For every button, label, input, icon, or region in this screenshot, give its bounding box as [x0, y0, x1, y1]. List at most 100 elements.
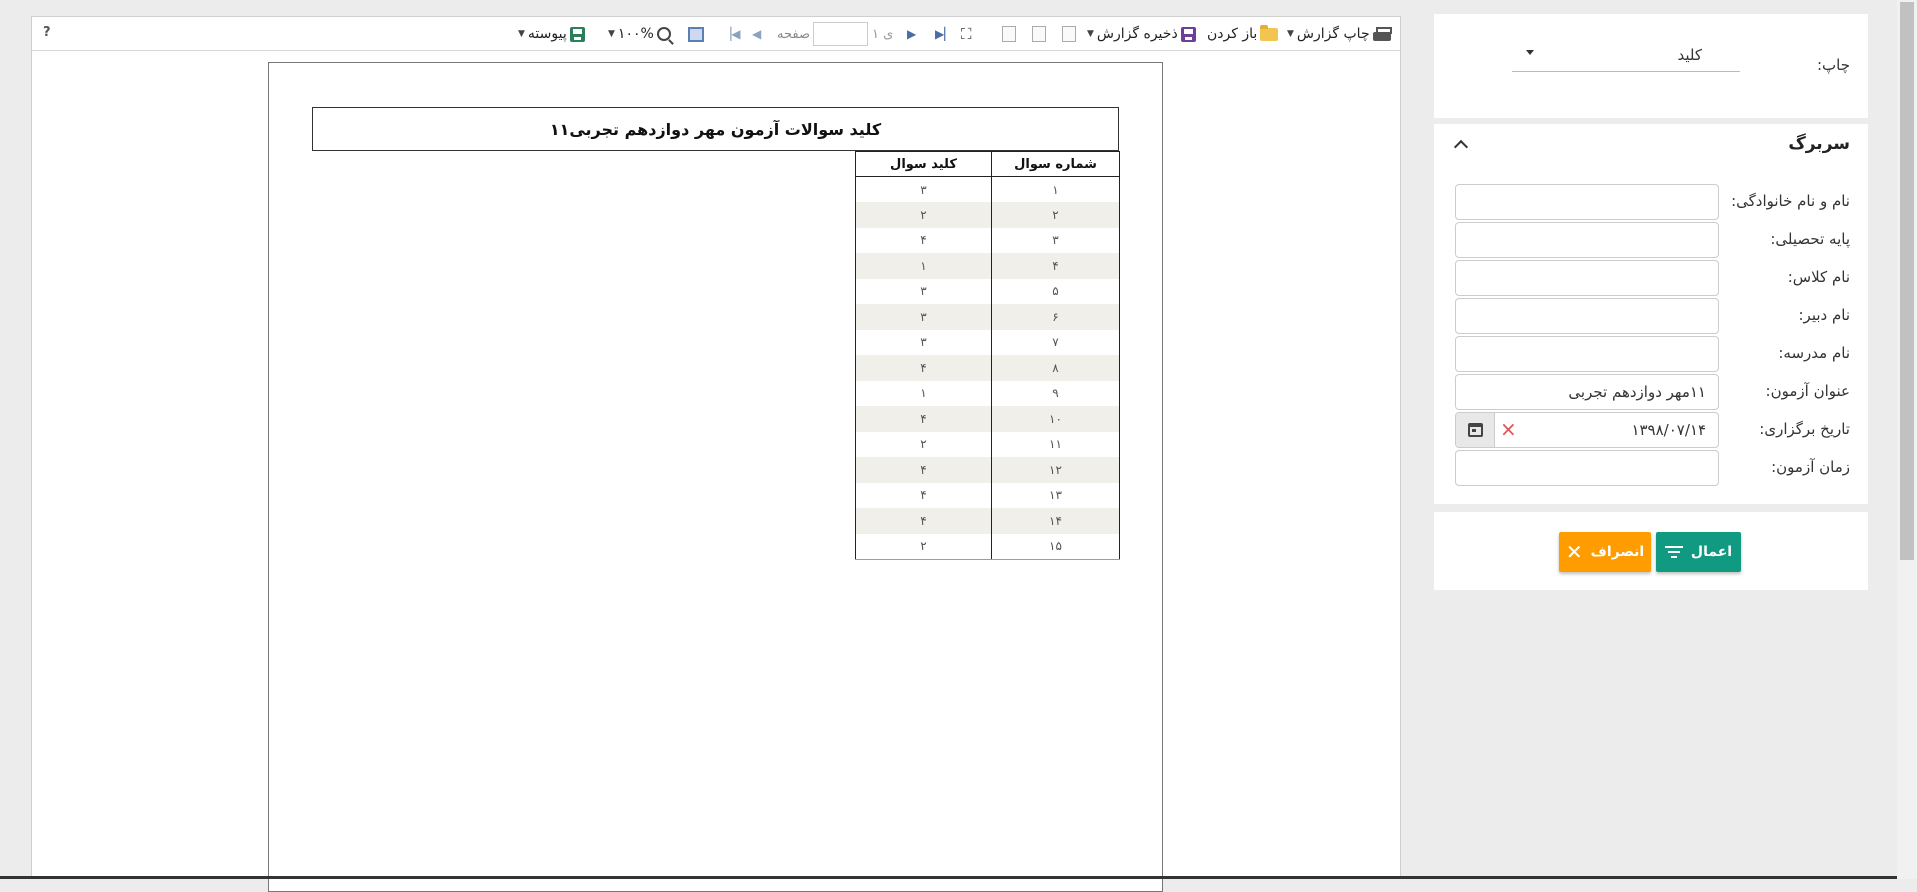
- clear-date-icon[interactable]: ×: [1500, 418, 1517, 440]
- table-row: ۶۳: [855, 304, 1120, 330]
- exam-time-field[interactable]: [1455, 450, 1719, 486]
- print-type-value: کلید: [1677, 46, 1702, 64]
- answer-key: ۲: [855, 202, 992, 228]
- find-button[interactable]: ⛶: [961, 17, 972, 51]
- question-number: ۱۵: [991, 533, 1120, 560]
- answer-key: ۴: [855, 508, 992, 534]
- print-label: چاپ:: [1816, 56, 1850, 74]
- question-number: ۵: [991, 278, 1120, 304]
- question-number: ۱۴: [991, 508, 1120, 534]
- class-name-label: نام کلاس:: [1787, 268, 1850, 286]
- table-header-row: شماره سوال کلید سوال: [855, 151, 1120, 177]
- open-button[interactable]: باز کردن: [1207, 17, 1279, 51]
- answer-key: ۳: [855, 278, 992, 304]
- answer-key: ۲: [855, 431, 992, 457]
- table-row: ۷۳: [855, 329, 1120, 355]
- apply-button[interactable]: اعمال: [1656, 532, 1741, 572]
- close-icon: ✕: [1565, 540, 1583, 564]
- cancel-button[interactable]: انصراف ✕: [1559, 532, 1651, 572]
- answer-key-table: شماره سوال کلید سوال ۱۳ ۲۲ ۳۴ ۴۱ ۵۳ ۶۳ ۷…: [855, 151, 1120, 560]
- save-report-button[interactable]: ▼ ذخیره گزارش: [1087, 17, 1196, 51]
- printer-icon: [1372, 26, 1392, 42]
- binoculars-icon: ⛶: [961, 25, 972, 43]
- page-number-input[interactable]: [813, 22, 868, 46]
- table-row: ۱۳ ۴: [855, 482, 1120, 508]
- question-number: ۷: [991, 329, 1120, 355]
- full-name-field[interactable]: [1455, 184, 1719, 220]
- previous-page-button[interactable]: ◀: [752, 17, 761, 51]
- print-report-button[interactable]: ▼ چاپ گزارش: [1287, 17, 1392, 51]
- toolbar-edit-button[interactable]: [1062, 17, 1076, 51]
- zoom-dropdown[interactable]: ▼ ۱۰۰%: [608, 17, 671, 51]
- viewer-toolbar: ? ▼ چاپ گزارش باز کردن ▼ ذخیره گزارش ⛶ ▶…: [32, 17, 1400, 51]
- print-selection-card: چاپ: کلید: [1434, 14, 1868, 118]
- column-question-number: شماره سوال: [991, 151, 1120, 177]
- table-row: ۴۱: [855, 253, 1120, 279]
- actions-card: اعمال انصراف ✕: [1434, 512, 1868, 590]
- next-page-icon: ▶: [907, 27, 917, 41]
- class-name-field[interactable]: [1455, 260, 1719, 296]
- exam-date-value: ۱۳۹۸/۰۷/۱۴: [1631, 421, 1706, 439]
- page-scrollbar[interactable]: [1897, 0, 1917, 879]
- layout-icon: [688, 26, 704, 42]
- full-name-label: نام و نام خانوادگی:: [1731, 192, 1850, 210]
- next-page-button[interactable]: ▶: [907, 17, 916, 51]
- question-number: ۱: [991, 176, 1120, 202]
- previous-page-icon: ◀: [752, 27, 762, 41]
- save-report-label: ذخیره گزارش: [1096, 26, 1178, 42]
- grade-label: پایه تحصیلی:: [1770, 230, 1850, 248]
- print-type-select[interactable]: کلید: [1512, 38, 1740, 72]
- exam-time-label: زمان آزمون:: [1771, 458, 1850, 476]
- table-row: ۳۴: [855, 227, 1120, 253]
- question-number: ۳: [991, 227, 1120, 253]
- answer-key: ۳: [855, 176, 992, 202]
- answer-key: ۴: [855, 227, 992, 253]
- school-field[interactable]: [1455, 336, 1719, 372]
- header-settings-card: سربرگ نام و نام خانوادگی: پایه تحصیلی: ن…: [1434, 124, 1868, 504]
- exam-title-label: عنوان آزمون:: [1765, 382, 1850, 400]
- question-number: ۱۲: [991, 457, 1120, 483]
- answer-key: ۴: [855, 482, 992, 508]
- chevron-down-icon: ▼: [608, 29, 615, 39]
- exam-title-field[interactable]: [1455, 374, 1719, 410]
- view-layout-button[interactable]: [688, 17, 704, 51]
- table-row: ۲۲: [855, 202, 1120, 228]
- report-viewer: ? ▼ چاپ گزارش باز کردن ▼ ذخیره گزارش ⛶ ▶…: [31, 16, 1401, 892]
- table-row: ۱۳: [855, 176, 1120, 202]
- calendar-button[interactable]: [1456, 413, 1495, 447]
- help-button[interactable]: ?: [43, 25, 51, 40]
- clipboard-icon: [1032, 26, 1046, 42]
- table-row: ۵۳: [855, 278, 1120, 304]
- page-number-input-wrap: [813, 17, 868, 51]
- first-page-button[interactable]: ▕◀: [722, 17, 740, 51]
- scrollbar-thumb[interactable]: [1900, 2, 1914, 560]
- report-title: کلید سوالات آزمون مهر دوازدهم تجربی۱۱: [312, 107, 1119, 151]
- grade-field[interactable]: [1455, 222, 1719, 258]
- table-row: ۸۴: [855, 355, 1120, 381]
- open-label: باز کردن: [1207, 26, 1258, 42]
- toolbar-paste-button[interactable]: [1032, 17, 1046, 51]
- filter-icon: [1664, 546, 1683, 558]
- cancel-label: انصراف: [1590, 544, 1645, 560]
- chevron-up-icon[interactable]: [1453, 139, 1469, 155]
- toolbar-copy-button[interactable]: [1002, 17, 1016, 51]
- header-section-title: سربرگ: [1788, 134, 1850, 154]
- view-mode-dropdown[interactable]: ▼ پیوسته: [518, 17, 585, 51]
- table-row: ۱۲ ۴: [855, 457, 1120, 483]
- exam-date-field[interactable]: × ۱۳۹۸/۰۷/۱۴: [1455, 412, 1719, 448]
- table-row: ۱۱ ۲: [855, 431, 1120, 457]
- teacher-field[interactable]: [1455, 298, 1719, 334]
- question-number: ۹: [991, 380, 1120, 406]
- column-answer-key: کلید سوال: [855, 151, 992, 177]
- question-number: ۲: [991, 202, 1120, 228]
- table-row: ۱۵ ۲: [855, 533, 1120, 560]
- folder-icon: [1260, 24, 1279, 41]
- answer-key: ۳: [855, 329, 992, 355]
- question-number: ۸: [991, 355, 1120, 381]
- question-number: ۴: [991, 253, 1120, 279]
- question-number: ۱۳: [991, 482, 1120, 508]
- last-page-button[interactable]: ▶▏: [935, 17, 953, 51]
- answer-key: ۱: [855, 380, 992, 406]
- apply-label: اعمال: [1690, 544, 1733, 560]
- question-number: ۱۰: [991, 406, 1120, 432]
